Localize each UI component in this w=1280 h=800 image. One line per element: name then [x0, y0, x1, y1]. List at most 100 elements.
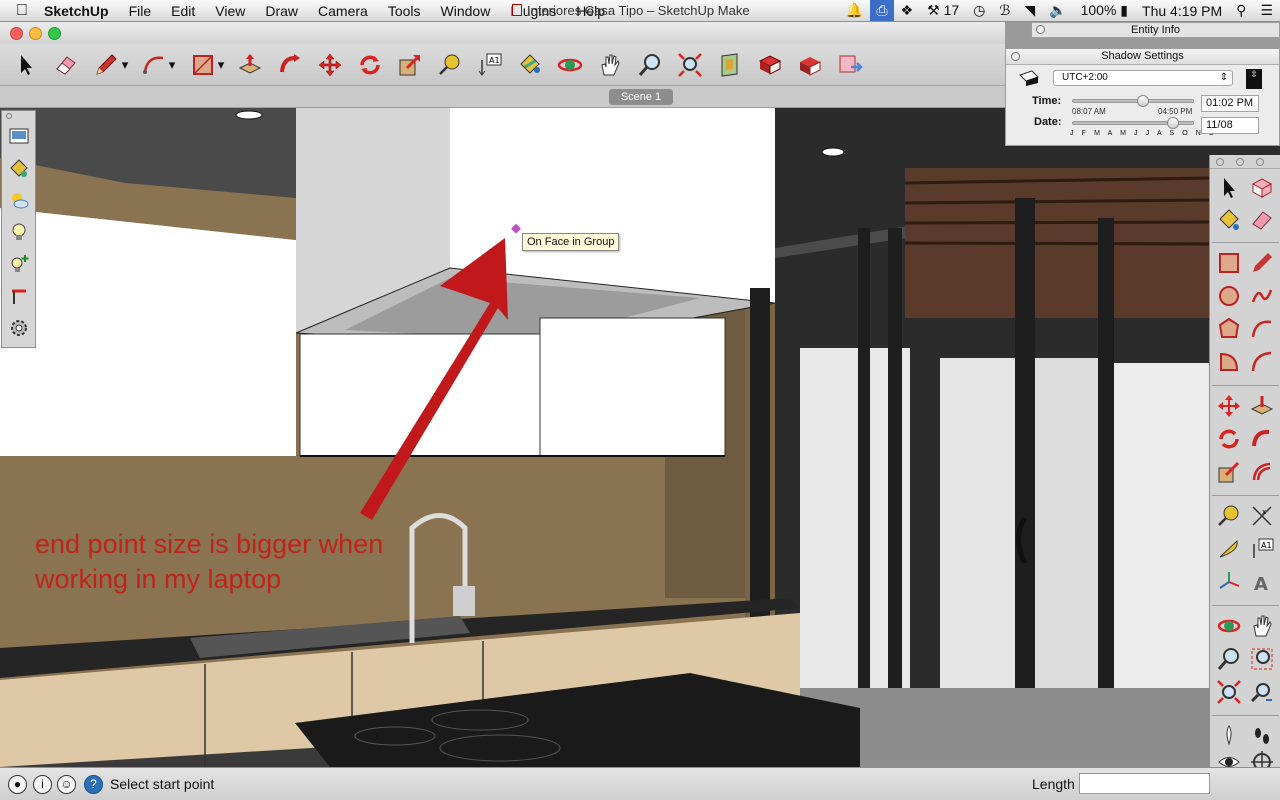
3d-text-tool-button[interactable]: A — [1247, 567, 1277, 597]
warehouse-button[interactable] — [794, 49, 826, 81]
expand-toggle-icon[interactable]: ⇳ — [1246, 69, 1262, 89]
protractor-tool-button[interactable] — [1214, 534, 1244, 564]
section-button[interactable] — [6, 283, 32, 309]
geo-location-icon[interactable]: ● — [8, 775, 27, 794]
credits-info-icon[interactable]: i — [33, 775, 52, 794]
settings-button[interactable] — [6, 315, 32, 341]
axes-tool-button[interactable] — [1214, 567, 1244, 597]
minimize-window-button[interactable] — [29, 26, 42, 40]
zoom-tool-button[interactable] — [1214, 644, 1244, 674]
shadow-toggle-icon[interactable] — [1018, 69, 1040, 87]
badge-icon[interactable]: ⚒ 17 — [920, 2, 966, 19]
add-light-button[interactable] — [6, 251, 32, 277]
menu-camera[interactable]: Camera — [308, 3, 378, 19]
pan-tool-button[interactable] — [594, 49, 626, 81]
arc-dropdown-arrow[interactable]: ▾ — [165, 49, 179, 81]
orbit-tool-button[interactable] — [554, 49, 586, 81]
timezone-select[interactable]: UTC+2:00 ⇕ — [1053, 70, 1233, 86]
materials-button[interactable] — [6, 155, 32, 181]
right-palette-close-dot[interactable] — [1216, 158, 1224, 166]
tape-measure-tool-button[interactable] — [434, 49, 466, 81]
entity-info-panel[interactable]: Entity Info — [1031, 22, 1280, 38]
scale-tool-button[interactable] — [1214, 457, 1244, 487]
shadows-button[interactable] — [6, 187, 32, 213]
tape-measure-tool-button[interactable] — [1214, 501, 1244, 531]
bluetooth-icon[interactable]: ℬ — [992, 2, 1017, 19]
time-machine-icon[interactable]: ◷ — [966, 2, 992, 19]
entity-info-close-button[interactable] — [1036, 25, 1045, 34]
pencil-tool-button[interactable] — [1247, 248, 1277, 278]
zoom-extents-tool-button[interactable] — [1214, 677, 1244, 707]
close-window-button[interactable] — [10, 26, 23, 40]
offset-tool-button[interactable] — [1247, 457, 1277, 487]
scale-tool-button[interactable] — [394, 49, 426, 81]
select-tool-button[interactable] — [1214, 173, 1244, 203]
menu-view[interactable]: View — [205, 3, 255, 19]
time-slider-track[interactable] — [1072, 99, 1194, 103]
paint-bucket-tool-button[interactable] — [1214, 205, 1244, 235]
zoom-extents-tool-button[interactable] — [674, 49, 706, 81]
polygon-tool-button[interactable] — [1214, 314, 1244, 344]
right-palette-zoom-dot[interactable] — [1256, 158, 1264, 166]
menu-app-name[interactable]: SketchUp — [44, 3, 119, 19]
time-field[interactable]: 01:02 PM — [1201, 95, 1259, 112]
send-to-layout-button[interactable] — [834, 49, 866, 81]
dropbox-icon[interactable]: ❖ — [894, 2, 921, 19]
rotate-tool-button[interactable] — [354, 49, 386, 81]
clock[interactable]: Thu 4:19 PM — [1135, 3, 1229, 19]
wifi-icon[interactable]: ◥ — [1017, 2, 1042, 19]
dimension-tool-button[interactable]: x — [1247, 501, 1277, 531]
time-slider-thumb[interactable] — [1136, 95, 1149, 107]
3d-viewport[interactable]: On Face in Group end point size is bigge… — [0, 108, 1280, 767]
text-tool-button[interactable]: A1 — [474, 49, 506, 81]
follow-me-tool-button[interactable] — [1247, 424, 1277, 454]
shadow-settings-close-button[interactable] — [1011, 52, 1020, 61]
menu-tools[interactable]: Tools — [378, 3, 431, 19]
pencil-dropdown-arrow[interactable]: ▾ — [118, 49, 132, 81]
select-tool-button[interactable] — [10, 49, 42, 81]
light-bulb-button[interactable] — [6, 219, 32, 245]
notification-list-icon[interactable]: ☰ — [1253, 2, 1280, 19]
three-point-arc-button[interactable] — [1247, 347, 1277, 377]
battery-status[interactable]: 100% ▮ — [1074, 2, 1135, 19]
volume-icon[interactable]: 🔈 — [1042, 2, 1073, 19]
pie-tool-button[interactable] — [1214, 347, 1244, 377]
move-tool-button[interactable] — [314, 49, 346, 81]
move-tool-button[interactable] — [1214, 391, 1244, 421]
freehand-tool-button[interactable] — [1247, 281, 1277, 311]
previous-view-button[interactable] — [1247, 677, 1277, 707]
push-pull-tool-button[interactable] — [234, 49, 266, 81]
menu-edit[interactable]: Edit — [161, 3, 205, 19]
zoom-window-tool-button[interactable] — [1247, 644, 1277, 674]
orbit-tool-button[interactable] — [1214, 611, 1244, 641]
palette-close-dot[interactable] — [6, 113, 12, 119]
push-pull-tool-button[interactable] — [1247, 391, 1277, 421]
rectangle-tool-button[interactable] — [1214, 248, 1244, 278]
circle-tool-button[interactable] — [1214, 281, 1244, 311]
notification-bell-icon[interactable]: 🔔 — [839, 2, 870, 19]
eraser-tool-button[interactable] — [1247, 205, 1277, 235]
right-palette-min-dot[interactable] — [1236, 158, 1244, 166]
make-component-button[interactable] — [1247, 173, 1277, 203]
help-icon[interactable]: ? — [84, 775, 103, 794]
rotate-tool-button[interactable] — [1214, 424, 1244, 454]
follow-me-tool-button[interactable] — [274, 49, 306, 81]
length-input[interactable] — [1079, 773, 1210, 794]
pan-tool-button[interactable] — [1247, 611, 1277, 641]
apple-icon[interactable]:  — [0, 2, 44, 20]
zoom-tool-button[interactable] — [634, 49, 666, 81]
eraser-tool-button[interactable] — [50, 49, 82, 81]
text-tool-button[interactable]: A1 — [1247, 534, 1277, 564]
menu-draw[interactable]: Draw — [255, 3, 308, 19]
menu-file[interactable]: File — [119, 3, 162, 19]
date-slider-thumb[interactable] — [1167, 117, 1180, 129]
arc-tool-button[interactable] — [1247, 314, 1277, 344]
zoom-window-button[interactable] — [48, 26, 61, 40]
menu-window[interactable]: Window — [431, 3, 501, 19]
date-field[interactable]: 11/08 — [1201, 117, 1259, 134]
spotlight-search-icon[interactable]: ⚲ — [1229, 2, 1253, 19]
printer-icon[interactable]: ⎙ — [870, 0, 894, 21]
scenes-button[interactable] — [6, 123, 32, 149]
components-button[interactable] — [754, 49, 786, 81]
user-account-icon[interactable]: ☺ — [57, 775, 76, 794]
